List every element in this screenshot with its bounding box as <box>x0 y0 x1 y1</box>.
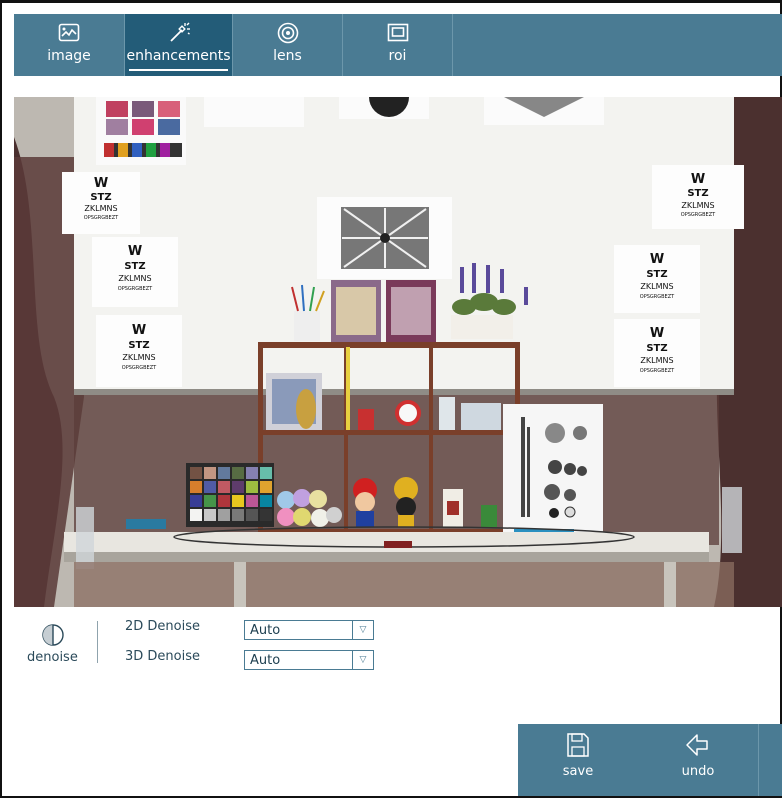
denoise-icon <box>41 623 65 651</box>
save-icon <box>566 732 590 760</box>
svg-text:W: W <box>691 172 705 187</box>
3d-denoise-label: 3D Denoise <box>125 649 200 664</box>
svg-text:ZKLMNS: ZKLMNS <box>122 353 155 362</box>
section-divider <box>97 621 98 663</box>
dropdown-arrow-icon[interactable]: ▽ <box>352 621 373 639</box>
roi-icon <box>387 20 409 46</box>
tab-image-label: image <box>47 48 91 64</box>
2d-denoise-select[interactable]: Auto ▽ <box>244 620 374 640</box>
2d-denoise-label: 2D Denoise <box>125 619 200 634</box>
svg-text:OPSGRGBEZT: OPSGRGBEZT <box>681 212 716 218</box>
svg-text:ZKLMNS: ZKLMNS <box>640 282 673 291</box>
tab-lens[interactable]: lens <box>233 14 343 76</box>
svg-text:STZ: STZ <box>646 269 667 280</box>
tab-image[interactable]: image <box>14 14 125 76</box>
svg-text:W: W <box>94 176 108 191</box>
svg-text:STZ: STZ <box>128 340 149 351</box>
camera-preview: W STZ ZKLMNS OPSGRGBEZT W STZ ZKLMNS OPS… <box>14 97 782 607</box>
undo-label: undo <box>681 764 715 779</box>
denoise-panel: denoise 2D Denoise Auto ▽ 3D Denoise Aut… <box>14 607 782 717</box>
svg-text:ZKLMNS: ZKLMNS <box>640 356 673 365</box>
tab-enhancements[interactable]: enhancements <box>125 14 233 76</box>
svg-text:ZKLMNS: ZKLMNS <box>84 204 117 213</box>
magic-wand-icon <box>167 20 191 46</box>
save-label: save <box>562 764 594 779</box>
undo-icon <box>685 732 711 760</box>
svg-text:OPSGRGBEZT: OPSGRGBEZT <box>640 294 675 300</box>
undo-button[interactable]: undo <box>638 724 758 796</box>
tab-enhancements-label: enhancements <box>126 48 231 64</box>
image-icon <box>58 20 80 46</box>
2d-denoise-value: Auto <box>250 623 281 638</box>
svg-text:W: W <box>132 323 146 338</box>
svg-text:STZ: STZ <box>124 261 145 272</box>
denoise-section-label: denoise <box>27 650 78 665</box>
svg-text:STZ: STZ <box>90 192 111 203</box>
svg-text:W: W <box>128 244 142 259</box>
svg-text:OPSGRGBEZT: OPSGRGBEZT <box>122 365 157 371</box>
save-button[interactable]: save <box>518 724 638 796</box>
3d-denoise-value: Auto <box>250 653 281 668</box>
svg-text:W: W <box>650 326 664 341</box>
tab-bar: image enhancements lens roi <box>14 14 782 76</box>
svg-text:W: W <box>650 252 664 267</box>
svg-text:ZKLMNS: ZKLMNS <box>681 201 714 210</box>
svg-text:OPSGRGBEZT: OPSGRGBEZT <box>640 368 675 374</box>
action-divider <box>758 724 759 796</box>
action-bar: save undo <box>518 724 782 796</box>
active-tab-indicator <box>129 69 228 71</box>
3d-denoise-select[interactable]: Auto ▽ <box>244 650 374 670</box>
svg-text:OPSGRGBEZT: OPSGRGBEZT <box>118 286 153 292</box>
lens-icon <box>277 20 299 46</box>
svg-text:STZ: STZ <box>646 343 667 354</box>
dropdown-arrow-icon[interactable]: ▽ <box>352 651 373 669</box>
tab-lens-label: lens <box>273 48 302 64</box>
svg-text:STZ: STZ <box>687 188 708 199</box>
tab-roi-label: roi <box>388 48 407 64</box>
preview-scene: W STZ ZKLMNS OPSGRGBEZT W STZ ZKLMNS OPS… <box>14 97 782 607</box>
svg-text:OPSGRGBEZT: OPSGRGBEZT <box>84 215 119 221</box>
svg-text:ZKLMNS: ZKLMNS <box>118 274 151 283</box>
tab-roi[interactable]: roi <box>343 14 453 76</box>
